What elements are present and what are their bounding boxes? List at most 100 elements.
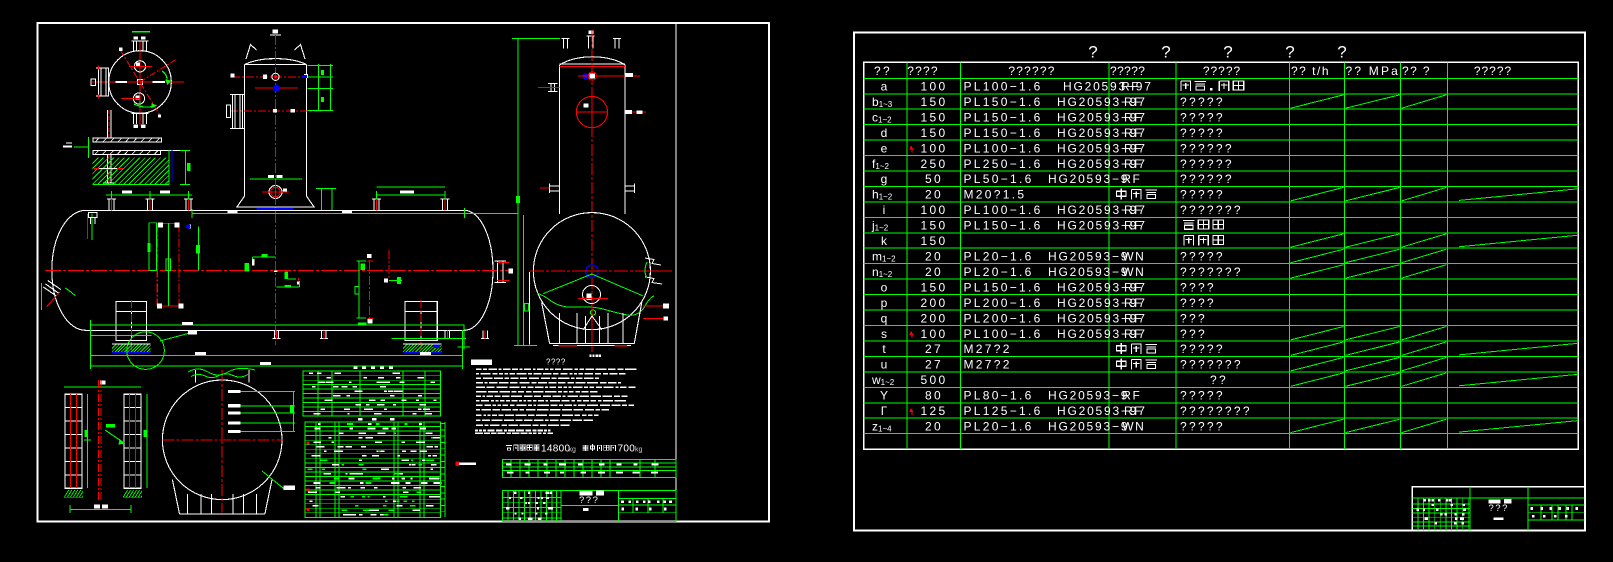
svg-text:RF: RF [1124, 219, 1143, 233]
svg-text:?: ? [1088, 43, 1097, 62]
svg-text:d: d [881, 126, 888, 140]
svg-text:????: ???? [1180, 296, 1216, 310]
svg-text:??????: ?????? [1180, 157, 1234, 171]
svg-text:250: 250 [921, 157, 948, 171]
svg-text:150: 150 [921, 219, 948, 233]
svg-text:RF: RF [1124, 157, 1143, 171]
svg-text:PL100−1.6: PL100−1.6 [964, 141, 1043, 155]
svg-text:27: 27 [925, 342, 943, 356]
svg-text:RF: RF [1124, 296, 1143, 310]
svg-text:150: 150 [921, 95, 948, 109]
svg-text:u: u [881, 358, 888, 372]
svg-text:??: ?? [1210, 373, 1228, 387]
svg-text:HG20593−9: HG20593−9 [1048, 265, 1129, 279]
svg-text:27: 27 [925, 358, 943, 372]
svg-text:RF: RF [1124, 110, 1143, 124]
svg-text:14800: 14800 [541, 443, 570, 454]
svg-text:RF: RF [1121, 80, 1140, 94]
svg-text:100: 100 [921, 141, 948, 155]
svg-text:?? ?: ?? ? [1402, 64, 1431, 78]
svg-text:????????: ???????? [1180, 404, 1252, 418]
svg-text:100: 100 [921, 203, 948, 217]
svg-text:??????: ?????? [1008, 64, 1055, 78]
svg-text:?????: ????? [1110, 64, 1145, 78]
svg-text:??????: ?????? [1180, 141, 1234, 155]
svg-text:i: i [883, 203, 886, 217]
svg-text:RF: RF [1124, 126, 1143, 140]
svg-text:????: ???? [907, 64, 939, 78]
svg-text:kg: kg [635, 447, 643, 454]
svg-text:???????: ??????? [1180, 203, 1243, 217]
svg-text:???: ??? [1180, 311, 1207, 325]
svg-text:Γ: Γ [881, 404, 888, 418]
svg-text:PL20−1.6: PL20−1.6 [964, 250, 1034, 264]
svg-text:150: 150 [921, 234, 948, 248]
svg-text:125: 125 [921, 404, 948, 418]
svg-text:?? MPa: ?? MPa [1346, 64, 1401, 78]
svg-text:???: ??? [1489, 503, 1509, 514]
svg-text:PL150−1.6: PL150−1.6 [964, 95, 1043, 109]
svg-text:M20?1.5: M20?1.5 [964, 188, 1027, 202]
svg-text:???????: ??????? [1180, 265, 1243, 279]
svg-text:M27?2: M27?2 [964, 358, 1012, 372]
svg-text:RF: RF [1124, 280, 1143, 294]
svg-text:PL20−1.6: PL20−1.6 [964, 265, 1034, 279]
svg-text:s: s [881, 327, 887, 341]
svg-text:?? t/h: ?? t/h [1291, 64, 1330, 78]
svg-text:????: ???? [546, 358, 566, 367]
svg-text:RF: RF [1124, 311, 1143, 325]
svg-text:500: 500 [921, 373, 948, 387]
svg-text:PL80−1.6: PL80−1.6 [964, 389, 1034, 403]
svg-text:80: 80 [925, 389, 943, 403]
svg-text:RF: RF [1124, 203, 1143, 217]
svg-text:RF: RF [1122, 389, 1141, 403]
svg-text:PL100−1.6: PL100−1.6 [964, 327, 1043, 341]
svg-text:150: 150 [921, 280, 948, 294]
svg-text:PL200−1.6: PL200−1.6 [964, 296, 1043, 310]
svg-text:?????: ????? [1180, 126, 1225, 140]
svg-text:PL125−1.6: PL125−1.6 [964, 404, 1043, 418]
svg-text:?????: ????? [1203, 64, 1241, 78]
svg-text:RF: RF [1124, 141, 1143, 155]
svg-text:HG20593−9: HG20593−9 [1048, 172, 1129, 186]
svg-text:???: ??? [579, 495, 599, 506]
svg-text:?: ? [1161, 43, 1170, 62]
svg-text:PL50−1.6: PL50−1.6 [964, 172, 1034, 186]
svg-text:a: a [881, 80, 888, 94]
svg-text:HG20593−9: HG20593−9 [1048, 419, 1129, 433]
svg-text:200: 200 [921, 296, 948, 310]
svg-text:150: 150 [921, 110, 948, 124]
svg-text:e: e [881, 141, 888, 155]
svg-text:RF: RF [1124, 327, 1143, 341]
svg-text:20: 20 [925, 265, 943, 279]
svg-text:50: 50 [925, 172, 943, 186]
svg-text:p: p [881, 296, 888, 310]
svg-text:HG20593−9: HG20593−9 [1048, 389, 1129, 403]
svg-text:PL20−1.6: PL20−1.6 [964, 419, 1034, 433]
svg-text:?????: ????? [1180, 342, 1225, 356]
svg-text:????: ???? [1180, 280, 1216, 294]
svg-text:200: 200 [921, 311, 948, 325]
svg-text:q: q [881, 311, 888, 325]
svg-text:WN: WN [1122, 265, 1145, 279]
svg-text:100: 100 [921, 327, 948, 341]
svg-text:PL100−1.6: PL100−1.6 [964, 80, 1043, 94]
svg-text:20: 20 [925, 250, 943, 264]
svg-text:PL150−1.6: PL150−1.6 [964, 126, 1043, 140]
svg-text:?????: ????? [1180, 250, 1225, 264]
svg-text:PL100−1.6: PL100−1.6 [964, 203, 1043, 217]
svg-text:RF: RF [1124, 404, 1143, 418]
svg-text:M27?2: M27?2 [964, 342, 1012, 356]
svg-text:PL150−1.6: PL150−1.6 [964, 110, 1043, 124]
svg-text:??: ?? [874, 64, 892, 78]
svg-text:700: 700 [618, 443, 636, 454]
svg-text:PL150−1.6: PL150−1.6 [964, 219, 1043, 233]
svg-text:20: 20 [925, 419, 943, 433]
svg-text:20: 20 [925, 188, 943, 202]
svg-text:?????: ????? [1180, 110, 1225, 124]
svg-text:HG20593−9: HG20593−9 [1048, 250, 1129, 264]
svg-text:???: ??? [1180, 327, 1207, 341]
svg-text:?: ? [1223, 43, 1232, 62]
svg-text:PL200−1.6: PL200−1.6 [964, 311, 1043, 325]
svg-text:RF: RF [1124, 95, 1143, 109]
